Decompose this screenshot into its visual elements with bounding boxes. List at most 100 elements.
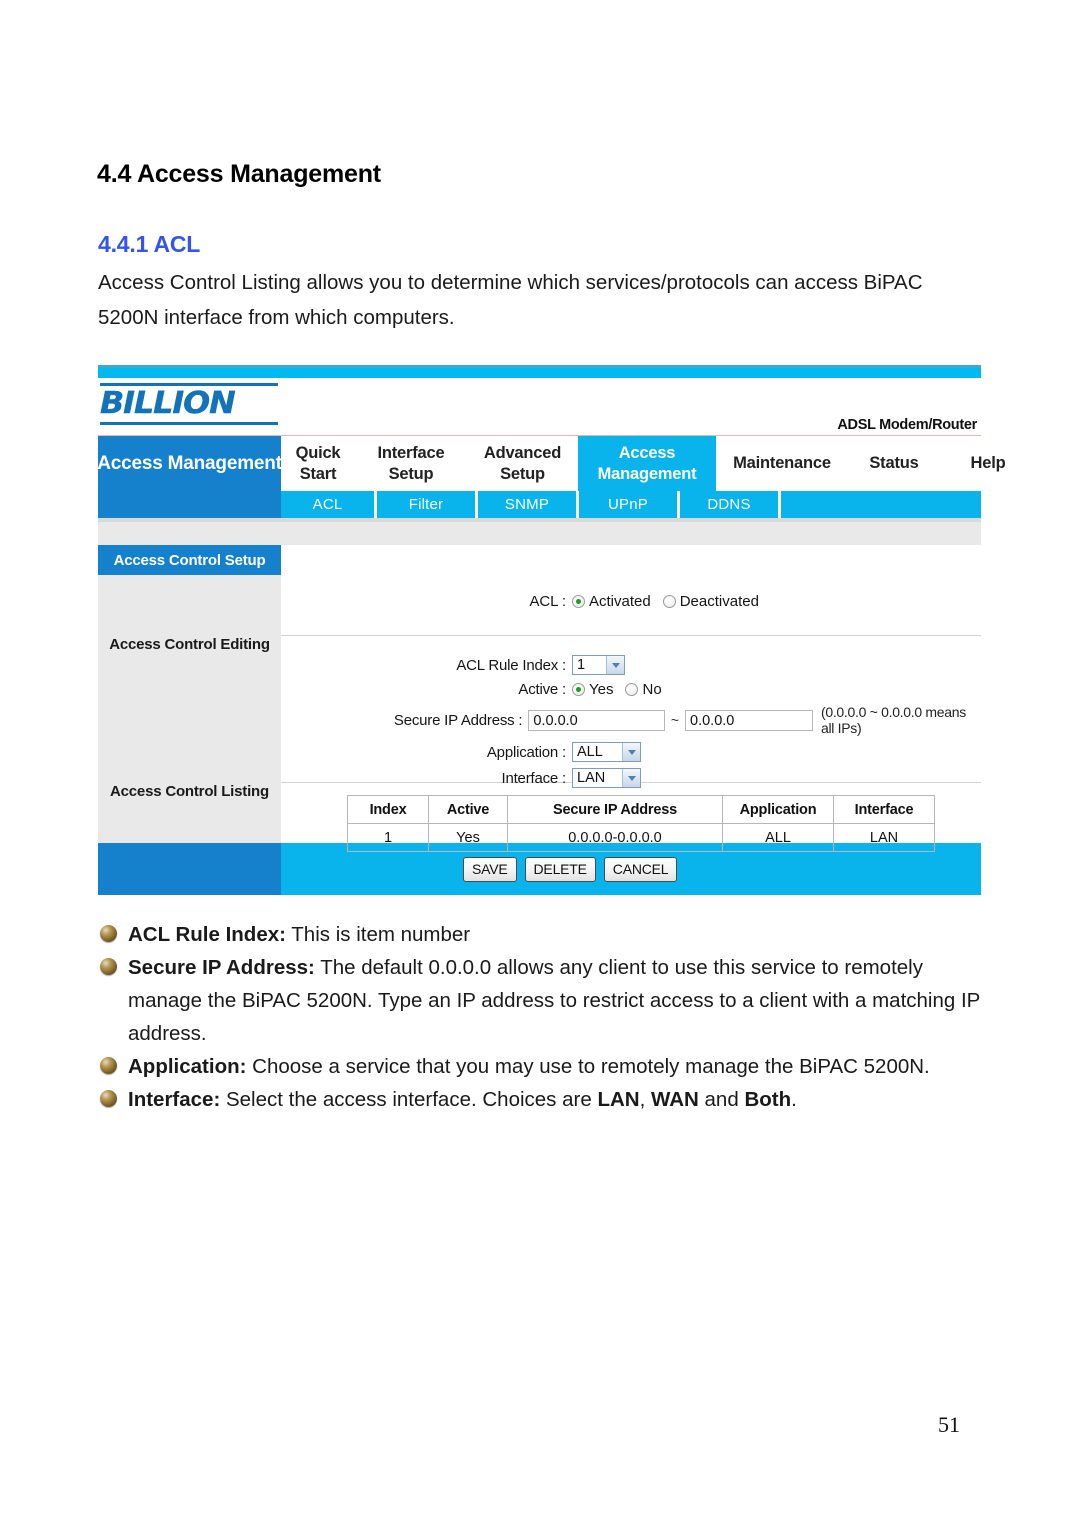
field-descriptions: ACL Rule Index: This is item number Secu…: [98, 918, 988, 1116]
secure-ip-hint: (0.0.0.0 ~ 0.0.0.0 means all IPs): [820, 704, 966, 736]
bullet-sphere-icon: [100, 1090, 117, 1107]
interface-option-lan: LAN: [597, 1088, 640, 1111]
term-acl-rule-index: ACL Rule Index:: [128, 923, 286, 946]
acl-rule-index-select[interactable]: 1: [572, 655, 625, 675]
bullet-sphere-icon: [100, 925, 117, 942]
term-interface: Interface:: [128, 1088, 221, 1111]
secure-ip-row: Secure IP Address : 0.0.0.0 ~ 0.0.0.0 (0…: [281, 704, 981, 736]
intro-paragraph: Access Control Listing allows you to det…: [98, 271, 923, 329]
active-no-radio[interactable]: [625, 683, 639, 696]
access-control-listing-table: Index Active Secure IP Address Applicati…: [347, 795, 935, 852]
column-header-index: Index: [347, 795, 429, 824]
application-label: Application :: [486, 743, 566, 761]
nav-item-status[interactable]: Status: [848, 436, 940, 491]
list-item: Secure IP Address: The default 0.0.0.0 a…: [98, 951, 988, 1050]
subnav-item-snmp[interactable]: SNMP: [478, 491, 579, 518]
interface-option-both: Both: [744, 1088, 792, 1111]
bullet-sphere-icon: [100, 958, 117, 975]
list-item: ACL Rule Index: This is item number: [98, 918, 988, 951]
desc-acl-rule-index: This is item number: [285, 923, 471, 946]
secure-ip-end-input[interactable]: 0.0.0.0: [685, 709, 813, 731]
page-number: 51: [938, 1412, 960, 1437]
chevron-down-icon: [606, 656, 624, 674]
brand-row: BILLION ADSL Modem/Router: [98, 378, 981, 436]
interface-label: Interface :: [501, 769, 566, 787]
column-header-active: Active: [428, 795, 508, 824]
nav-section-title-line1: Access: [97, 453, 163, 474]
list-item: Application: Choose a service that you m…: [98, 1050, 988, 1083]
router-content: ACL : Activated Deactivated ACL Rule Ind…: [281, 545, 981, 852]
nav-item-help[interactable]: Help: [940, 436, 1036, 491]
divider-editing: [281, 635, 981, 636]
interface-select[interactable]: LAN: [572, 768, 641, 788]
column-header-secure-ip-address: Secure IP Address: [507, 795, 723, 824]
nav-label-line1: Interface: [377, 443, 445, 462]
interface-sep-2: and: [698, 1088, 745, 1111]
main-nav: Access Management Quick Start Interface …: [97, 436, 1036, 491]
sub-nav-items: ACL Filter SNMP UPnP DDNS: [281, 491, 981, 518]
nav-label-line1: Quick: [295, 443, 341, 462]
acl-label: ACL :: [529, 593, 567, 610]
acl-deactivated-radio[interactable]: [662, 595, 676, 608]
cell-active: Yes: [428, 823, 508, 852]
desc-interface-before: Select the access interface. Choices are: [220, 1088, 598, 1111]
nav-items: Quick Start Interface Setup Advanced Set…: [281, 436, 1036, 491]
interface-sep-1: ,: [639, 1088, 651, 1111]
chevron-down-icon: [622, 769, 640, 787]
application-value: ALL: [577, 744, 603, 760]
active-yes-radio[interactable]: [572, 683, 585, 696]
nav-item-maintenance[interactable]: Maintenance: [716, 436, 848, 491]
subsection-title: 4.4.1 ACL: [98, 231, 201, 257]
billion-logo: BILLION: [100, 383, 280, 425]
nav-section-title-line2: Management: [167, 453, 282, 474]
ip-range-separator: ~: [670, 712, 680, 728]
acl-activated-radio[interactable]: [572, 595, 585, 608]
save-button[interactable]: SAVE: [463, 856, 517, 882]
nav-label-line1: Advanced: [483, 443, 562, 462]
router-admin-screenshot: BILLION ADSL Modem/Router Access Managem…: [97, 365, 1036, 895]
logo-wordmark: BILLION: [100, 386, 236, 421]
cancel-button[interactable]: CANCEL: [603, 856, 678, 882]
router-sidebar: Access Control Setup Access Control Edit…: [98, 545, 281, 843]
subnav-item-acl[interactable]: ACL: [281, 491, 377, 518]
desc-interface-after: .: [791, 1088, 797, 1111]
subnav-item-filter[interactable]: Filter: [377, 491, 478, 518]
secure-ip-label: Secure IP Address :: [393, 711, 523, 729]
rule-index-label: ACL Rule Index :: [456, 656, 566, 674]
term-application: Application:: [128, 1055, 247, 1078]
model-label: ADSL Modem/Router: [837, 417, 977, 433]
application-row: Application : ALL: [281, 742, 981, 762]
acl-activated-label: Activated: [589, 593, 651, 610]
nav-item-interface-setup[interactable]: Interface Setup: [355, 436, 467, 491]
active-row: Active : Yes No: [281, 681, 981, 698]
sidebar-header-access-control-setup: Access Control Setup: [98, 545, 281, 575]
interface-option-wan: WAN: [651, 1088, 699, 1111]
cell-secure-ip-address: 0.0.0.0-0.0.0.0: [507, 823, 723, 852]
nav-item-access-management[interactable]: Access Management: [578, 436, 716, 491]
delete-button[interactable]: DELETE: [524, 856, 596, 882]
nav-label-line2: Setup: [388, 464, 434, 483]
nav-section-title: Access Management: [97, 436, 282, 491]
bullet-sphere-icon: [100, 1057, 117, 1074]
acl-toggle-row: ACL : Activated Deactivated: [281, 593, 981, 610]
active-label: Active :: [518, 681, 566, 698]
nav-item-quick-start[interactable]: Quick Start: [281, 436, 355, 491]
subnav-filler: [781, 491, 981, 518]
logo-rule-bottom: [100, 422, 278, 425]
section-gap: [98, 518, 981, 545]
secure-ip-start-input[interactable]: 0.0.0.0: [528, 709, 665, 731]
router-body: Access Control Setup Access Control Edit…: [98, 545, 981, 852]
term-secure-ip-address: Secure IP Address:: [128, 956, 315, 979]
nav-label-line2: Start: [299, 464, 337, 483]
rule-index-row: ACL Rule Index : 1: [281, 655, 981, 675]
page-title: 4.4 Access Management: [97, 160, 381, 188]
table-row[interactable]: 1 Yes 0.0.0.0-0.0.0.0 ALL LAN: [347, 823, 935, 852]
cell-index: 1: [347, 823, 429, 852]
application-select[interactable]: ALL: [572, 742, 641, 762]
interface-row: Interface : LAN: [281, 768, 981, 788]
acl-rule-index-value: 1: [577, 657, 586, 673]
nav-item-advanced-setup[interactable]: Advanced Setup: [467, 436, 578, 491]
subnav-item-upnp[interactable]: UPnP: [579, 491, 680, 518]
subnav-item-ddns[interactable]: DDNS: [680, 491, 781, 518]
interface-value: LAN: [577, 770, 606, 786]
